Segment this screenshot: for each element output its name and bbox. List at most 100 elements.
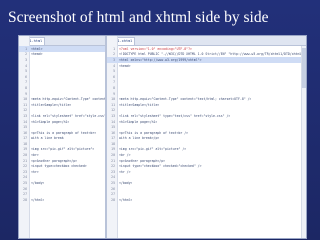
line-number: 4 <box>113 63 115 68</box>
line-number: 2 <box>113 52 115 57</box>
line-number: 23 <box>111 169 115 174</box>
code-line[interactable]: 28 </html> <box>107 197 306 203</box>
html-editor-pane[interactable]: Ex1.html 1 <html> 2 <head> 3 4 5 6 7 8 9 10 <meta h… <box>19 36 107 238</box>
line-number: 8 <box>25 85 27 90</box>
line-code: <p>Another paragraph</p> <box>31 158 78 163</box>
line-number: 27 <box>111 192 115 197</box>
line-code: <img src="pic.gif" alt="picture"> <box>31 147 95 152</box>
line-number: 5 <box>113 69 115 74</box>
line-number: 5 <box>25 69 27 74</box>
line-code: <input type="checkbox" checked="checked"… <box>119 164 202 169</box>
line-number: 1 <box>113 46 115 51</box>
line-code: <html> <box>31 46 43 51</box>
line-number: 19 <box>111 147 115 152</box>
line-number: 16 <box>23 130 27 135</box>
line-number: 23 <box>23 169 27 174</box>
line-number: 21 <box>23 158 27 163</box>
line-number: 12 <box>23 108 27 113</box>
vertical-scrollbar[interactable] <box>301 46 306 238</box>
line-number: 3 <box>25 57 27 62</box>
editor-screenshot: Ex1.html 1 <html> 2 <head> 3 4 5 6 7 8 9 10 <meta h… <box>18 35 307 239</box>
line-code: <p>This is a paragraph of text<br /> <box>119 130 189 135</box>
xhtml-editor-pane[interactable]: Ex1.xhtml 1 <?xml version="1.0" encoding=… <box>107 36 306 238</box>
line-number: 9 <box>25 91 27 96</box>
html-code-lines[interactable]: 1 <html> 2 <head> 3 4 5 6 7 8 9 10 <meta http-equiv… <box>19 46 105 238</box>
line-number: 4 <box>25 63 27 68</box>
line-code: <h1>Simple page</h1> <box>31 119 70 124</box>
xhtml-code-lines[interactable]: 1 <?xml version="1.0" encoding="UTF-8"?> 2… <box>107 46 306 238</box>
line-code: with a line break <box>31 136 64 141</box>
line-code: <!DOCTYPE html PUBLIC "-//W3C//DTD XHTML… <box>119 52 306 57</box>
line-number: 27 <box>23 192 27 197</box>
line-code: <hr /> <box>119 169 131 174</box>
code-line[interactable]: 28 </html> <box>19 197 105 203</box>
line-code: <head> <box>119 63 131 68</box>
slide-title: Screenshot of html and xhtml side by sid… <box>8 9 269 26</box>
scrollbar-thumb[interactable] <box>302 48 306 88</box>
line-code: <h1>Simple page</h1> <box>119 119 158 124</box>
line-number: 21 <box>111 158 115 163</box>
html-tab-bar: Ex1.html <box>19 36 105 46</box>
line-number: 6 <box>113 74 115 79</box>
line-code: </html> <box>31 197 45 202</box>
line-code: <br> <box>31 153 39 158</box>
line-code: <hr> <box>31 169 39 174</box>
line-number: 22 <box>111 164 115 169</box>
line-number: 26 <box>111 186 115 191</box>
line-number: 28 <box>111 197 115 202</box>
line-number: 14 <box>111 119 115 124</box>
line-number: 11 <box>23 102 27 107</box>
line-number: 1 <box>25 46 27 51</box>
line-number: 10 <box>23 97 27 102</box>
line-code: <?xml version="1.0" encoding="UTF-8"?> <box>119 46 192 51</box>
line-number: 26 <box>23 186 27 191</box>
line-number: 18 <box>111 141 115 146</box>
line-number: 25 <box>111 181 115 186</box>
line-number: 22 <box>23 164 27 169</box>
line-code: <meta http-equiv="Content-Type" content=… <box>119 97 252 102</box>
line-number: 13 <box>111 113 115 118</box>
line-number: 14 <box>23 119 27 124</box>
xhtml-tab-bar: Ex1.xhtml <box>107 36 306 46</box>
line-number: 25 <box>23 181 27 186</box>
line-code: <input type=checkbox checked> <box>31 164 87 169</box>
line-number: 17 <box>111 136 115 141</box>
line-number: 8 <box>113 85 115 90</box>
line-number: 20 <box>111 153 115 158</box>
line-code: with a line break</p> <box>119 136 160 141</box>
line-number: 15 <box>111 125 115 130</box>
line-code: <p>Another paragraph</p> <box>119 158 166 163</box>
line-code: <title>Sample</title> <box>119 102 160 107</box>
line-code: <img src="pic.gif" alt="picture" /> <box>119 147 187 152</box>
line-code: <html xmlns="http://www.w3.org/1999/xhtm… <box>119 57 202 62</box>
line-number: 6 <box>25 74 27 79</box>
line-number: 16 <box>111 130 115 135</box>
line-number: 20 <box>23 153 27 158</box>
line-code: <title>Sample</title> <box>31 102 72 107</box>
line-number: 7 <box>25 80 27 85</box>
line-number: 19 <box>23 147 27 152</box>
line-number: 7 <box>113 80 115 85</box>
line-number: 28 <box>23 197 27 202</box>
line-number: 24 <box>111 175 115 180</box>
line-number: 18 <box>23 141 27 146</box>
line-code: <link rel="stylesheet" type="text/css" h… <box>119 113 231 118</box>
line-number: 12 <box>111 108 115 113</box>
line-code: <meta http-equiv="Content-Type" content=… <box>31 97 105 102</box>
line-code: </body> <box>119 181 133 186</box>
line-number: 2 <box>25 52 27 57</box>
line-number: 9 <box>113 91 115 96</box>
line-code: <p>This is a paragraph of text<br> <box>31 130 97 135</box>
line-code: <br /> <box>119 153 131 158</box>
line-code: </body> <box>31 181 45 186</box>
line-code: <link rel="stylesheet" href="style.css"> <box>31 113 105 118</box>
line-code: <head> <box>31 52 43 57</box>
line-number: 13 <box>23 113 27 118</box>
line-number: 10 <box>111 97 115 102</box>
line-code: </html> <box>119 197 133 202</box>
line-number: 17 <box>23 136 27 141</box>
line-number: 15 <box>23 125 27 130</box>
line-number: 11 <box>111 102 115 107</box>
line-number: 3 <box>113 57 115 62</box>
line-number: 24 <box>23 175 27 180</box>
